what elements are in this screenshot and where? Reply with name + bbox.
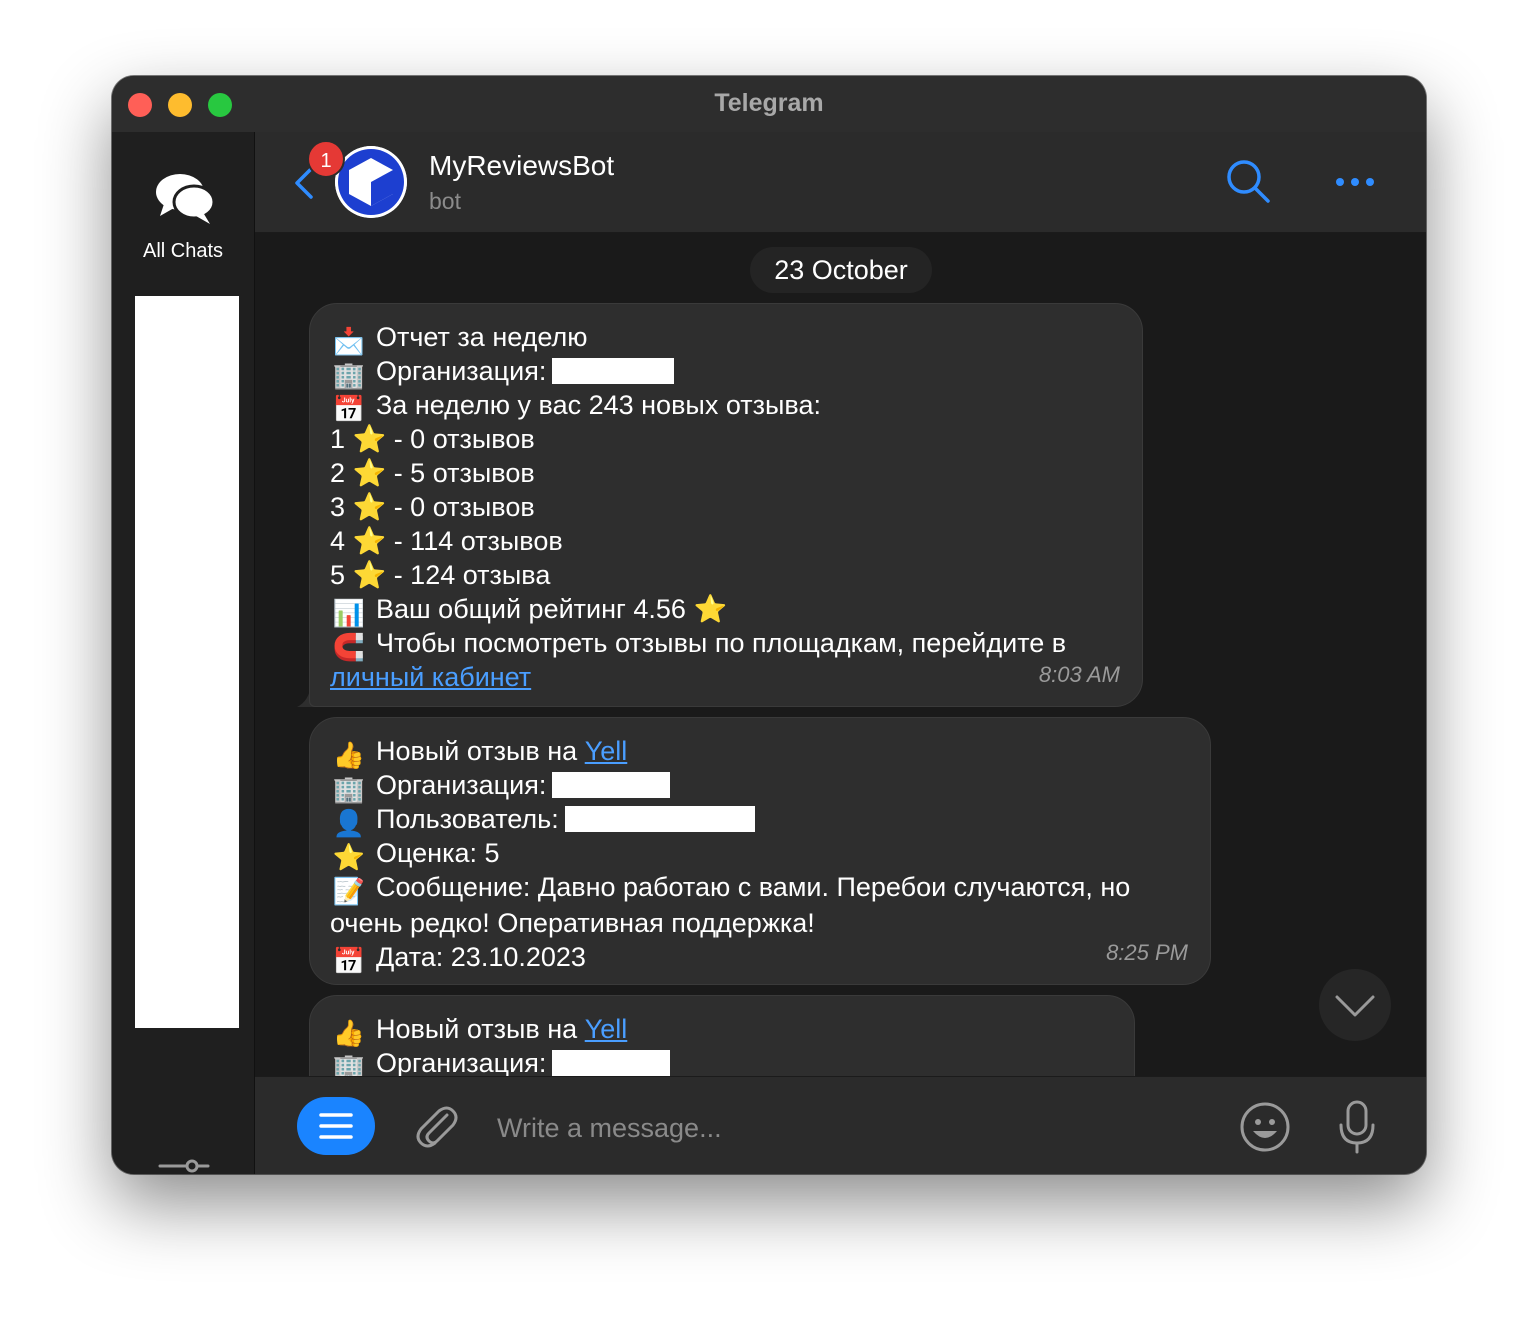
bar-chart-icon: 📊 xyxy=(332,598,366,628)
search-icon[interactable] xyxy=(1225,158,1271,204)
thumbs-up-icon: 👍 xyxy=(332,1018,366,1048)
star-icon: ⭐ xyxy=(352,492,387,522)
window-title: Telegram xyxy=(714,89,824,117)
redacted-organization xyxy=(552,1050,671,1076)
emoji-icon[interactable] xyxy=(1239,1101,1291,1153)
chat-header: 1 MyReviewsBot bot xyxy=(255,132,1426,233)
message-new-review[interactable]: 👍 Новый отзыв на Yell 🏢 Организация: xyxy=(309,995,1135,1076)
star-icon: ⭐ xyxy=(332,842,366,872)
redacted-organization xyxy=(552,358,675,384)
cube-logo-icon xyxy=(335,146,407,218)
message-weekly-report[interactable]: 📩 Отчет за неделю 🏢 Организация: 📅 За недел… xyxy=(309,303,1143,707)
folders-sidebar: All Chats xyxy=(112,132,255,1174)
star-icon: ⭐ xyxy=(352,526,387,556)
telegram-window: Telegram All Chats 1 MyReviewsBot bot 23… xyxy=(112,76,1426,1174)
unread-count-badge: 1 xyxy=(307,140,345,178)
star-icon: ⭐ xyxy=(352,458,387,488)
all-chats-label[interactable]: All Chats xyxy=(112,240,254,263)
message-composer xyxy=(255,1076,1426,1174)
rating-row: 3 ⭐ - 0 отзывов xyxy=(330,492,535,522)
menu-lines-icon xyxy=(319,1113,353,1139)
office-building-icon: 🏢 xyxy=(332,360,366,390)
microphone-icon[interactable] xyxy=(1337,1099,1377,1155)
paperclip-icon[interactable] xyxy=(413,1101,459,1151)
message-new-review[interactable]: 👍 Новый отзыв на Yell 🏢 Организация: 👤 Поль… xyxy=(309,717,1211,985)
chevron-down-icon xyxy=(1335,995,1375,1017)
message-time: 8:25 PM xyxy=(1106,940,1188,965)
star-icon: ⭐ xyxy=(352,424,387,454)
filters-settings-icon[interactable] xyxy=(158,1158,210,1174)
rating-row: 1 ⭐ - 0 отзывов xyxy=(330,424,535,454)
user-silhouette-icon: 👤 xyxy=(332,808,366,838)
more-options-icon[interactable] xyxy=(1335,170,1375,194)
redacted-organization xyxy=(552,772,671,798)
redacted-folder-list xyxy=(135,296,239,1028)
bot-avatar[interactable] xyxy=(335,146,407,218)
rating-row: 5 ⭐ - 124 отзыва xyxy=(330,560,551,590)
bot-menu-button[interactable] xyxy=(297,1097,375,1155)
yell-link[interactable]: Yell xyxy=(585,736,628,766)
memo-icon: 📝 xyxy=(332,876,366,906)
message-input[interactable] xyxy=(495,1105,1199,1151)
redacted-user xyxy=(564,806,755,832)
incoming-envelope-icon: 📩 xyxy=(332,326,366,356)
magnet-icon: 🧲 xyxy=(332,632,366,662)
chat-bubbles-icon[interactable] xyxy=(154,170,216,228)
date-separator: 23 October xyxy=(750,247,932,293)
office-building-icon: 🏢 xyxy=(332,1052,366,1076)
rating-row: 2 ⭐ - 5 отзывов xyxy=(330,458,535,488)
star-icon: ⭐ xyxy=(693,594,728,624)
chat-status: bot xyxy=(429,188,461,214)
calendar-icon: 📅 xyxy=(332,946,366,976)
calendar-icon: 📅 xyxy=(332,394,366,424)
office-building-icon: 🏢 xyxy=(332,774,366,804)
yell-link[interactable]: Yell xyxy=(585,1014,628,1044)
title-bar: Telegram xyxy=(112,76,1426,133)
scroll-to-bottom-button[interactable] xyxy=(1319,969,1391,1041)
message-time: 8:03 AM xyxy=(1038,662,1120,687)
star-icon: ⭐ xyxy=(352,560,387,590)
message-list[interactable]: 23 October 📩 Отчет за неделю 🏢 Организация… xyxy=(255,233,1426,1076)
rating-row: 4 ⭐ - 114 отзывов xyxy=(330,526,563,556)
chat-title[interactable]: MyReviewsBot xyxy=(429,150,614,182)
personal-account-link[interactable]: личный кабинет xyxy=(330,662,531,692)
thumbs-up-icon: 👍 xyxy=(332,740,366,770)
